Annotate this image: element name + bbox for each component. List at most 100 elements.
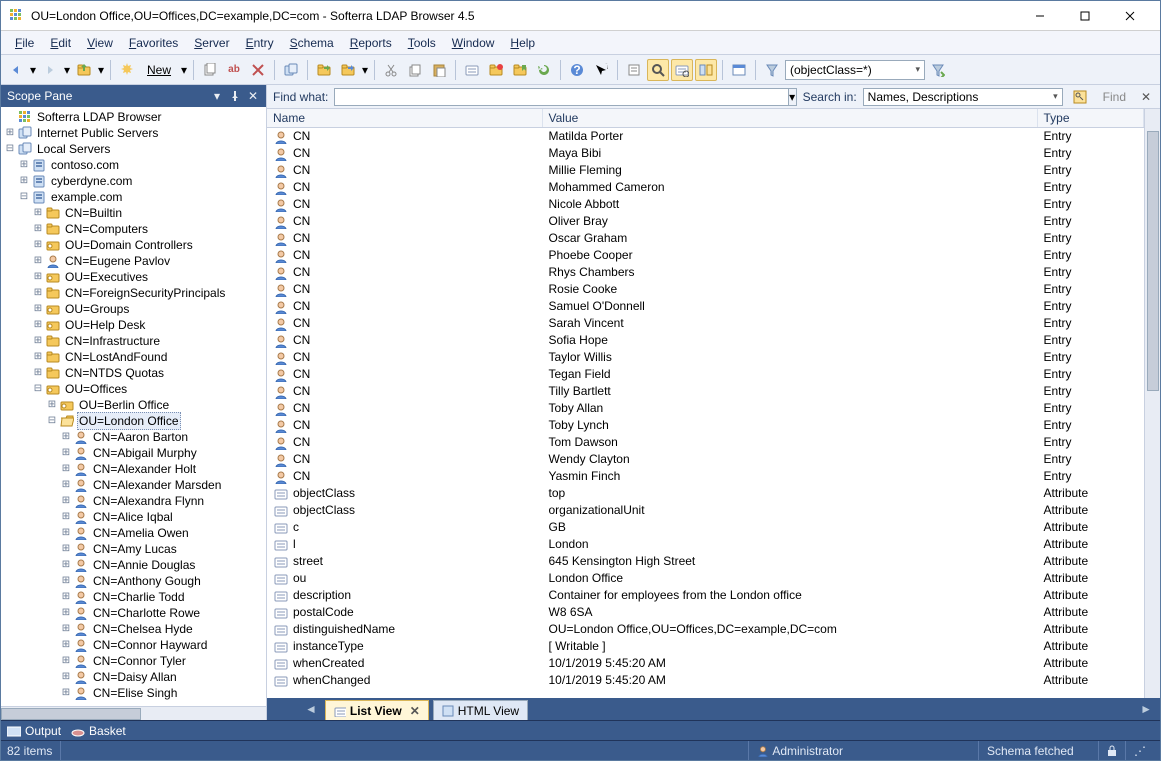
expander-icon[interactable]: ⊞ <box>31 301 45 317</box>
menu-edit[interactable]: Edit <box>42 34 79 52</box>
back-button[interactable] <box>5 59 27 81</box>
expander-icon[interactable]: ⊞ <box>31 285 45 301</box>
list-row[interactable]: CNSarah VincentEntry <box>267 315 1144 332</box>
find-button[interactable]: Find <box>1097 88 1132 106</box>
menu-entry[interactable]: Entry <box>238 34 282 52</box>
list-vscroll[interactable] <box>1144 109 1160 698</box>
list-row[interactable]: CNToby AllanEntry <box>267 400 1144 417</box>
list-row[interactable]: CNMohammed CameronEntry <box>267 179 1144 196</box>
list-row[interactable]: CNTom DawsonEntry <box>267 434 1144 451</box>
tree-node[interactable]: ⊞CN=Computers <box>3 221 264 237</box>
import-button[interactable] <box>337 59 359 81</box>
list-row[interactable]: CNMatilda PorterEntry <box>267 128 1144 145</box>
funnel-icon[interactable] <box>761 59 783 81</box>
menu-reports[interactable]: Reports <box>342 34 400 52</box>
list-row[interactable]: CNWendy ClaytonEntry <box>267 451 1144 468</box>
list-row[interactable]: CNRosie CookeEntry <box>267 281 1144 298</box>
tree-node[interactable]: ⊞OU=Executives <box>3 269 264 285</box>
expander-icon[interactable]: ⊞ <box>31 365 45 381</box>
expander-icon[interactable]: ⊞ <box>59 477 73 493</box>
tab-scroll-right[interactable]: ► <box>1132 702 1160 716</box>
tree-node[interactable]: ⊞CN=Daisy Allan <box>3 669 264 685</box>
filter-combo[interactable]: (objectClass=*) <box>785 60 925 80</box>
list-row[interactable]: CNPhoebe CooperEntry <box>267 247 1144 264</box>
window-button[interactable] <box>728 59 750 81</box>
menu-window[interactable]: Window <box>444 34 503 52</box>
tree-node[interactable]: ⊞CN=Connor Hayward <box>3 637 264 653</box>
expander-icon[interactable]: ⊞ <box>59 557 73 573</box>
whatsthis-button[interactable]: ? <box>590 59 612 81</box>
bookmark-button[interactable] <box>509 59 531 81</box>
expander-icon[interactable]: ⊞ <box>45 397 59 413</box>
list-row[interactable]: whenChanged10/1/2019 5:45:20 AMAttribute <box>267 672 1144 689</box>
list-row[interactable]: CNTegan FieldEntry <box>267 366 1144 383</box>
expander-icon[interactable]: ⊞ <box>59 509 73 525</box>
up-button[interactable] <box>73 59 95 81</box>
menu-help[interactable]: Help <box>502 34 543 52</box>
tree-node[interactable]: ⊟OU=London Office <box>3 413 264 429</box>
help-button[interactable]: ? <box>566 59 588 81</box>
refresh-folder-button[interactable] <box>485 59 507 81</box>
tree-node[interactable]: ⊞CN=ForeignSecurityPrincipals <box>3 285 264 301</box>
expander-icon[interactable]: ⊟ <box>17 189 31 205</box>
list-row[interactable]: distinguishedNameOU=London Office,OU=Off… <box>267 621 1144 638</box>
find-options-icon[interactable] <box>1069 86 1091 108</box>
tree-node[interactable]: ⊞CN=Anthony Gough <box>3 573 264 589</box>
tree-node[interactable]: ⊞OU=Domain Controllers <box>3 237 264 253</box>
tree-node[interactable]: ⊞CN=Infrastructure <box>3 333 264 349</box>
expander-icon[interactable]: ⊞ <box>31 317 45 333</box>
expander-icon[interactable]: ⊞ <box>59 461 73 477</box>
forward-button[interactable] <box>39 59 61 81</box>
tree-node[interactable]: ⊟OU=Offices <box>3 381 264 397</box>
list-row[interactable]: cGBAttribute <box>267 519 1144 536</box>
list-row[interactable]: whenCreated10/1/2019 5:45:20 AMAttribute <box>267 655 1144 672</box>
list-row[interactable]: instanceType[ Writable ]Attribute <box>267 638 1144 655</box>
list-row[interactable]: CNNicole AbbottEntry <box>267 196 1144 213</box>
list-row[interactable]: CNTaylor WillisEntry <box>267 349 1144 366</box>
expander-icon[interactable]: ⊞ <box>59 573 73 589</box>
tree-node[interactable]: ⊞CN=Charlotte Rowe <box>3 605 264 621</box>
list-row[interactable]: descriptionContainer for employees from … <box>267 587 1144 604</box>
copy-entry-button[interactable] <box>199 59 221 81</box>
tree-node[interactable]: ⊞OU=Berlin Office <box>3 397 264 413</box>
list-row[interactable]: CNMillie FlemingEntry <box>267 162 1144 179</box>
expander-icon[interactable]: ⊞ <box>3 125 17 141</box>
tree-node[interactable]: ⊟Local Servers <box>3 141 264 157</box>
tree-node[interactable]: ⊞CN=Elise Singh <box>3 685 264 701</box>
new-button[interactable]: New <box>140 59 178 81</box>
tree-node[interactable]: ⊞contoso.com <box>3 157 264 173</box>
maximize-button[interactable] <box>1062 2 1107 30</box>
list-row[interactable]: CNRhys ChambersEntry <box>267 264 1144 281</box>
refresh-button[interactable] <box>533 59 555 81</box>
tree-node[interactable]: ⊞CN=Abigail Murphy <box>3 445 264 461</box>
list-row[interactable]: CNOscar GrahamEntry <box>267 230 1144 247</box>
list-row[interactable]: postalCodeW8 6SAAttribute <box>267 604 1144 621</box>
filter-toggle-button[interactable] <box>671 59 693 81</box>
searchin-combo[interactable]: Names, Descriptions <box>863 88 1063 106</box>
expander-icon[interactable]: ⊞ <box>59 493 73 509</box>
expander-icon[interactable]: ⊞ <box>59 525 73 541</box>
connect-button[interactable] <box>280 59 302 81</box>
tree-hscroll[interactable] <box>1 706 266 720</box>
pin-icon[interactable] <box>228 89 242 103</box>
expander-icon[interactable]: ⊞ <box>59 429 73 445</box>
expander-icon[interactable]: ⊟ <box>45 413 59 429</box>
export-button[interactable] <box>313 59 335 81</box>
expander-icon[interactable]: ⊞ <box>59 685 73 701</box>
tree-node[interactable]: ⊞OU=Help Desk <box>3 317 264 333</box>
list-row[interactable]: CNTilly BartlettEntry <box>267 383 1144 400</box>
expander-icon[interactable]: ⊞ <box>31 237 45 253</box>
list-row[interactable]: street645 Kensington High StreetAttribut… <box>267 553 1144 570</box>
resize-grip[interactable]: ⋰ <box>1125 741 1154 760</box>
expander-icon[interactable]: ⊞ <box>59 637 73 653</box>
expander-icon[interactable]: ⊞ <box>31 221 45 237</box>
basket-panel-button[interactable]: Basket <box>71 724 126 738</box>
tree-node[interactable]: ⊞CN=Connor Tyler <box>3 653 264 669</box>
tree-node[interactable]: ⊞CN=Aaron Barton <box>3 429 264 445</box>
list-row[interactable]: CNToby LynchEntry <box>267 417 1144 434</box>
list-row[interactable]: CNMaya BibiEntry <box>267 145 1144 162</box>
col-name[interactable]: Name <box>267 109 542 128</box>
list-row[interactable]: lLondonAttribute <box>267 536 1144 553</box>
expander-icon[interactable]: ⊟ <box>31 381 45 397</box>
tree-node[interactable]: ⊞OU=Groups <box>3 301 264 317</box>
